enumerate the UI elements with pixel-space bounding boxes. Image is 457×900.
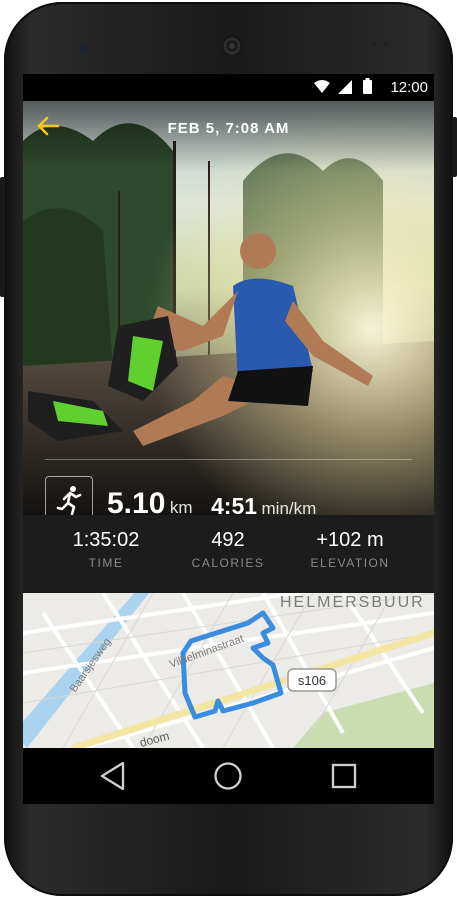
stat-time: 1:35:02 TIME <box>41 529 171 570</box>
home-circle-icon[interactable] <box>188 748 268 804</box>
earpiece-speaker <box>222 36 242 56</box>
back-triangle-icon[interactable] <box>73 748 153 804</box>
stats-row: 1:35:02 TIME 492 CALORIES +102 m ELEVATI… <box>23 515 434 593</box>
distance-summary: 5.10 km <box>107 487 193 515</box>
pace-unit: min/km <box>261 499 317 515</box>
distance-unit: km <box>169 498 193 515</box>
top-app-bar: FEB 5, 7:08 AM <box>23 101 434 151</box>
stat-calories-label: CALORIES <box>191 556 265 570</box>
status-bar: 12:00 <box>23 74 434 101</box>
screen: 12:00 FEB 5, 7:08 AM 5.10 km 4:51 min/km… <box>23 74 434 804</box>
android-nav-bar <box>23 748 434 804</box>
map-label-district: HELMERSBUUR <box>280 594 425 611</box>
stat-time-value: 1:35:02 <box>72 529 140 551</box>
stat-elevation: +102 m ELEVATION <box>285 529 415 570</box>
stat-calories-value: 492 <box>211 529 245 551</box>
sensor <box>372 42 377 47</box>
distance-value: 5.10 <box>107 487 166 515</box>
activity-photo: FEB 5, 7:08 AM 5.10 km 4:51 min/km <box>23 101 434 515</box>
runner-photo-illustration <box>23 101 434 515</box>
map-canvas[interactable]: HELMERSBUUR Baarsjesweg Vilhelminastraat… <box>23 593 434 748</box>
stat-elevation-label: ELEVATION <box>310 556 390 570</box>
pace-value: 4:51 <box>211 493 258 515</box>
road-badge-label: s106 <box>298 673 326 688</box>
battery-icon <box>363 78 372 94</box>
recents-square-icon[interactable] <box>304 748 384 804</box>
running-icon <box>56 486 82 515</box>
signal-icon <box>338 80 352 94</box>
volume-button <box>0 177 5 297</box>
pace-summary: 4:51 min/km <box>211 493 316 515</box>
status-time: 12:00 <box>390 79 428 96</box>
front-camera <box>78 44 87 53</box>
wifi-icon <box>314 80 330 93</box>
activity-type-badge <box>45 476 93 515</box>
stat-elevation-value: +102 m <box>316 529 384 551</box>
sensor <box>384 42 389 47</box>
stat-time-label: TIME <box>88 556 124 570</box>
power-button <box>452 117 457 177</box>
summary-divider <box>45 459 412 460</box>
route-map[interactable]: HELMERSBUUR Baarsjesweg Vilhelminastraat… <box>23 593 434 748</box>
stat-calories: 492 CALORIES <box>163 529 293 570</box>
activity-date: FEB 5, 7:08 AM <box>167 120 290 137</box>
